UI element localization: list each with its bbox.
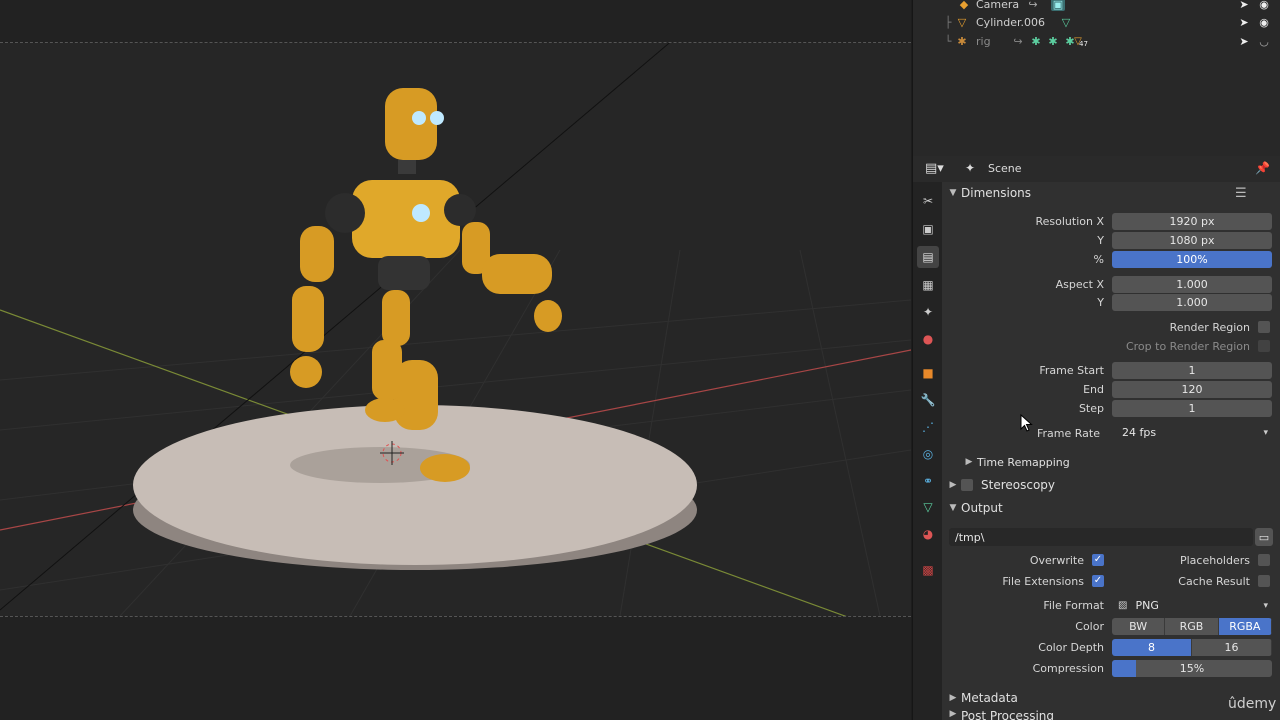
resolution-x-field[interactable]: 1920 px xyxy=(1112,213,1272,230)
render-tab-icon[interactable]: ▣ xyxy=(917,218,939,240)
3d-viewport[interactable] xyxy=(0,0,911,720)
outliner-item-camera[interactable]: ◆ Camera ↪ ▣ ➤ ◉ xyxy=(913,0,1280,13)
world-tab-icon[interactable]: ● xyxy=(917,328,939,350)
outliner[interactable]: ◆ Camera ↪ ▣ ➤ ◉ ├ ▽ Cylinder.006 ▽ ➤ ◉ … xyxy=(912,0,1280,156)
camera-data-icon: ▣ xyxy=(1051,0,1065,11)
collapse-triangle-icon: ▶ xyxy=(949,709,957,719)
editor-type-icon[interactable]: ▤▾ xyxy=(925,161,944,176)
compression-slider[interactable]: 15% xyxy=(1112,660,1272,677)
camera-passepartout-top xyxy=(0,0,911,43)
eye-closed-icon[interactable]: ◡ xyxy=(1257,34,1271,48)
cache-result-checkbox[interactable] xyxy=(1258,575,1270,587)
camera-passepartout-bottom xyxy=(0,616,911,720)
resolution-y-field[interactable]: 1080 px xyxy=(1112,232,1272,249)
context-label: Scene xyxy=(988,162,1022,175)
color-depth-selector[interactable]: 8 16 xyxy=(1112,639,1272,656)
mouse-cursor-icon xyxy=(1020,414,1033,432)
render-region-checkbox[interactable] xyxy=(1258,321,1270,333)
armature-icon: ✱ xyxy=(957,34,967,48)
outliner-item-rig[interactable]: └ ✱ rig ↪ ✱ ✱ ✱ ▽ 47 ➤ ◡ xyxy=(913,32,1280,50)
tree-branch-icon: └ xyxy=(944,34,952,48)
color-depth-16[interactable]: 16 xyxy=(1192,639,1272,656)
camera-object-icon: ◆ xyxy=(959,0,969,11)
frame-start-field[interactable]: 1 xyxy=(1112,362,1272,379)
particles-tab-icon[interactable]: ⋰ xyxy=(917,416,939,438)
properties-editor[interactable]: ▤▾ ✦ Scene 📌 ✂ ▣ ▤ ▦ ✦ ● ■ 🔧 ⋰ ◎ ⚭ ▽ ◕ ▩… xyxy=(912,156,1280,720)
frame-rate-dropdown[interactable]: 24 fps ▾ xyxy=(1116,424,1272,441)
constraints-tab-icon[interactable]: ⚭ xyxy=(917,470,939,492)
image-icon: ▨ xyxy=(1118,600,1128,611)
outliner-item-cylinder[interactable]: ├ ▽ Cylinder.006 ▽ ➤ ◉ xyxy=(913,13,1280,31)
time-remapping-subpanel[interactable]: ▶ Time Remapping xyxy=(961,451,1261,473)
tool-tab-icon[interactable]: ✂ xyxy=(917,190,939,212)
scene-icon: ✦ xyxy=(965,161,976,175)
collapse-triangle-icon: ▶ xyxy=(949,693,957,703)
physics-tab-icon[interactable]: ◎ xyxy=(917,443,939,465)
properties-header: ▤▾ ✦ Scene 📌 xyxy=(913,156,1280,182)
watermark-logo: ûdemy xyxy=(1228,696,1277,712)
dimensions-panel-header[interactable]: ▼ Dimensions ☰ xyxy=(945,182,1280,204)
overwrite-checkbox[interactable]: ✓ xyxy=(1092,554,1104,566)
stereoscopy-panel-header[interactable]: ▶ Stereoscopy xyxy=(945,474,1280,496)
frame-step-field[interactable]: 1 xyxy=(1112,400,1272,417)
collapse-triangle-icon: ▶ xyxy=(965,457,973,467)
placeholders-checkbox[interactable] xyxy=(1258,554,1270,566)
mesh-object-icon: ▽ xyxy=(957,15,967,29)
color-depth-8[interactable]: 8 xyxy=(1112,639,1192,656)
expand-triangle-icon: ▼ xyxy=(949,503,957,513)
scene-tab-icon[interactable]: ✦ xyxy=(917,301,939,323)
crop-region-checkbox[interactable] xyxy=(1258,340,1270,352)
armature-data-icon: ✱ xyxy=(1031,34,1041,48)
color-option-rgba[interactable]: RGBA xyxy=(1218,618,1272,635)
list-presets-icon[interactable]: ☰ xyxy=(1235,186,1247,201)
compression-fill xyxy=(1112,660,1136,677)
chevron-down-icon: ▾ xyxy=(1263,600,1268,611)
eye-icon[interactable]: ◉ xyxy=(1257,0,1271,11)
select-arrow-icon[interactable]: ➤ xyxy=(1237,15,1251,29)
color-mode-selector[interactable]: BW RGB RGBA xyxy=(1112,618,1272,635)
texture-tab-icon[interactable]: ▩ xyxy=(917,559,939,581)
tree-branch-icon: ├ xyxy=(944,15,952,29)
collapse-triangle-icon: ▶ xyxy=(949,480,957,490)
constraint-icon: ↪ xyxy=(1028,0,1038,11)
resolution-percent-field[interactable]: 100% xyxy=(1112,251,1272,268)
chevron-down-icon: ▾ xyxy=(1263,427,1268,438)
select-arrow-icon[interactable]: ➤ xyxy=(1237,0,1251,11)
aspect-y-field[interactable]: 1.000 xyxy=(1112,294,1272,311)
output-tab-icon[interactable]: ▤ xyxy=(917,246,939,268)
object-tab-icon[interactable]: ■ xyxy=(917,362,939,384)
stereoscopy-checkbox[interactable] xyxy=(961,479,973,491)
file-format-dropdown[interactable]: ▨ PNG ▾ xyxy=(1112,597,1272,614)
color-option-bw[interactable]: BW xyxy=(1112,618,1166,635)
aspect-x-field[interactable]: 1.000 xyxy=(1112,276,1272,293)
modifier-tab-icon[interactable]: 🔧 xyxy=(917,389,939,411)
pin-icon[interactable]: 📌 xyxy=(1255,161,1270,175)
color-option-rgb[interactable]: RGB xyxy=(1165,618,1219,635)
properties-tabs: ✂ ▣ ▤ ▦ ✦ ● ■ 🔧 ⋰ ◎ ⚭ ▽ ◕ ▩ xyxy=(913,182,942,720)
viewport-scene xyxy=(0,0,911,641)
frame-end-field[interactable]: 120 xyxy=(1112,381,1272,398)
output-panel-header[interactable]: ▼ Output xyxy=(945,497,1280,519)
view-layer-tab-icon[interactable]: ▦ xyxy=(917,274,939,296)
material-tab-icon[interactable]: ◕ xyxy=(917,523,939,545)
select-arrow-icon[interactable]: ➤ xyxy=(1237,34,1251,48)
constraint-icon: ↪ xyxy=(1013,34,1023,48)
eye-icon[interactable]: ◉ xyxy=(1257,15,1271,29)
pose-icon: ✱ xyxy=(1048,34,1058,48)
output-path-input[interactable]: /tmp\ xyxy=(949,528,1253,546)
folder-icon[interactable]: ▭ xyxy=(1255,528,1273,546)
data-tab-icon[interactable]: ▽ xyxy=(917,496,939,518)
file-extensions-checkbox[interactable]: ✓ xyxy=(1092,575,1104,587)
mesh-data-icon: ▽ xyxy=(1061,15,1071,29)
expand-triangle-icon: ▼ xyxy=(949,188,957,198)
